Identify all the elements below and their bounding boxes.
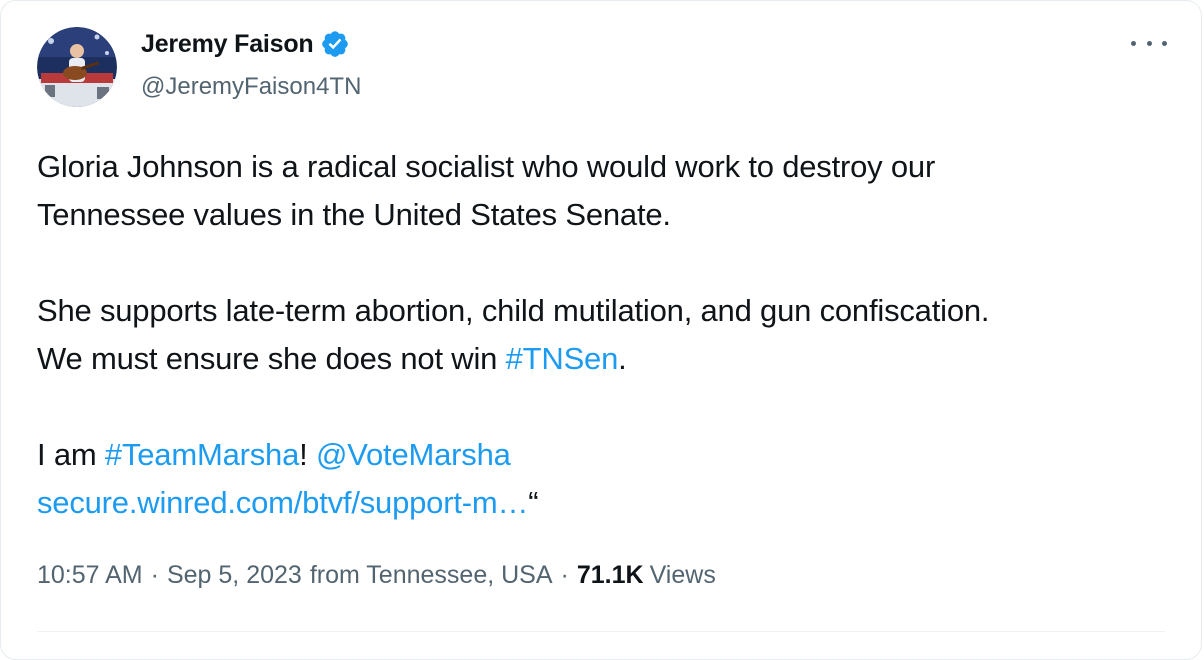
tweet-text-segment: !: [299, 437, 316, 472]
mention-votemarsha-link[interactable]: @VoteMarsha: [316, 437, 511, 472]
tweet-line: Gloria Johnson is a radical socialist wh…: [37, 149, 936, 184]
hashtag-teammarsha-link[interactable]: #TeamMarsha: [105, 437, 299, 472]
more-dot: [1146, 40, 1152, 46]
views-count: 71.1K: [576, 561, 644, 589]
views-label: Views: [649, 561, 716, 589]
tweet-text-segment: I am: [37, 437, 105, 472]
hashtag-tnsen-link[interactable]: #TNSen: [506, 341, 619, 376]
tweet-line: We must ensure she does not win #TNSen.: [37, 335, 1177, 383]
verified-badge-icon: [321, 31, 348, 57]
meta-separator: ·: [150, 561, 159, 589]
tweet-text-segment: “: [528, 485, 539, 520]
tweet-card: Jeremy Faison @JeremyFaison4TN Gloria Jo…: [0, 0, 1202, 660]
more-dot: [1131, 40, 1136, 46]
tweet-time[interactable]: 10:57 AM: [37, 561, 143, 590]
more-dot: [1162, 40, 1167, 46]
avatar[interactable]: [37, 27, 117, 107]
tweet-text-segment: We must ensure she does not win: [37, 341, 506, 376]
tweet-text-segment: .: [618, 341, 627, 376]
external-url-link[interactable]: secure.winred.com/btvf/support-m…: [37, 485, 528, 520]
author-name-row[interactable]: Jeremy Faison: [141, 29, 350, 59]
author-handle[interactable]: @JeremyFaison4TN: [141, 73, 361, 101]
tweet-meta: 10:57 AM · Sep 5, 2023 from Tennessee, U…: [37, 561, 716, 590]
tweet-line: secure.winred.com/btvf/support-m…“: [37, 479, 1177, 527]
tweet-line: I am #TeamMarsha! @VoteMarsha: [37, 431, 1177, 479]
tweet-line: She supports late-term abortion, child m…: [37, 293, 990, 328]
author-name[interactable]: Jeremy Faison: [141, 30, 314, 59]
meta-separator: ·: [560, 561, 569, 589]
tweet-location: from Tennessee, USA: [309, 561, 553, 589]
divider: [37, 631, 1165, 632]
more-options-icon[interactable]: [1131, 31, 1167, 55]
tweet-date[interactable]: Sep 5, 2023: [167, 561, 302, 590]
tweet-text: Gloria Johnson is a radical socialist wh…: [37, 143, 1177, 527]
tweet-line: Tennessee values in the United States Se…: [37, 197, 671, 232]
